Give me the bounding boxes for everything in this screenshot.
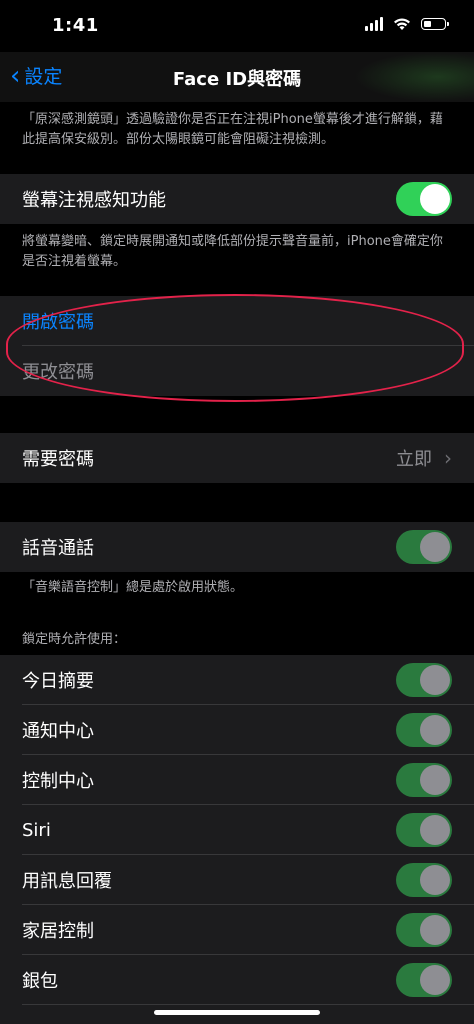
status-icons — [365, 17, 449, 31]
lock-item-reply-row: 用訊息回覆 — [0, 855, 474, 905]
page-title: Face ID與密碼 — [172, 69, 302, 90]
lock-item-label: Siri — [22, 819, 51, 841]
lock-item-siri-row: Siri — [0, 805, 474, 855]
wifi-icon — [394, 18, 410, 30]
lock-item-notification-row: 通知中心 — [0, 705, 474, 755]
navigation-bar: ‹ 設定 Face ID與密碼 — [0, 52, 474, 102]
voice-dial-section: 話音通話 — [0, 522, 474, 572]
battery-icon — [421, 18, 449, 30]
reply-with-message-toggle[interactable] — [396, 863, 452, 897]
voice-dial-label: 話音通話 — [22, 538, 94, 559]
status-time: 1:41 — [52, 15, 99, 36]
voice-dial-description: 「音樂語音控制」總是處於啟用狀態。 — [22, 580, 244, 595]
lock-item-label: 銀包 — [22, 971, 58, 992]
today-view-toggle[interactable] — [396, 663, 452, 697]
lock-item-label: 通知中心 — [22, 721, 94, 742]
voice-dial-toggle[interactable] — [396, 530, 452, 564]
home-control-toggle[interactable] — [396, 913, 452, 947]
attention-description: 「原深感測鏡頭」透過驗證你是否正在注視iPhone螢幕後才進行解鎖，藉此提高保安… — [22, 112, 443, 147]
lock-item-label: 用訊息回覆 — [22, 871, 112, 892]
siri-toggle[interactable] — [396, 813, 452, 847]
require-passcode-value: 立即 — [396, 449, 432, 470]
lock-item-home-row: 家居控制 — [0, 905, 474, 955]
status-bar: 1:41 — [0, 0, 474, 52]
change-passcode-label: 更改密碼 — [22, 362, 94, 383]
lock-access-section: 今日摘要 通知中心 控制中心 Siri 用訊息回覆 家居控制 銀包 — [0, 655, 474, 1024]
turn-on-passcode-link[interactable]: 開啟密碼 — [22, 308, 94, 334]
lock-item-wallet-row: 銀包 — [0, 955, 474, 1005]
turn-on-passcode-row[interactable]: 開啟密碼 — [0, 296, 474, 346]
require-passcode-section: 需要密碼 立即 › — [0, 433, 474, 483]
wallet-toggle[interactable] — [396, 963, 452, 997]
lock-item-label: 今日摘要 — [22, 671, 94, 692]
require-passcode-label: 需要密碼 — [22, 449, 94, 470]
attention-aware-toggle[interactable] — [396, 182, 452, 216]
lock-item-label: 家居控制 — [22, 921, 94, 942]
control-center-toggle[interactable] — [396, 763, 452, 797]
attention-aware-label: 螢幕注視感知功能 — [22, 190, 166, 211]
attention-section: 螢幕注視感知功能 — [0, 174, 474, 224]
chevron-right-icon: › — [444, 446, 452, 470]
voice-dial-row: 話音通話 — [0, 522, 474, 572]
cellular-signal-icon — [365, 17, 383, 31]
notification-center-toggle[interactable] — [396, 713, 452, 747]
attention-aware-row: 螢幕注視感知功能 — [0, 174, 474, 224]
home-indicator — [154, 1010, 320, 1015]
change-passcode-row[interactable]: 更改密碼 — [0, 346, 474, 396]
require-passcode-row[interactable]: 需要密碼 立即 › — [0, 433, 474, 483]
lock-item-today-row: 今日摘要 — [0, 655, 474, 705]
passcode-section: 開啟密碼 更改密碼 — [0, 296, 474, 396]
lock-item-label: 控制中心 — [22, 771, 94, 792]
lock-item-control-row: 控制中心 — [0, 755, 474, 805]
lock-access-header: 鎖定時允許使用： — [22, 632, 127, 647]
battery-level — [424, 21, 431, 27]
attention-aware-description: 將螢幕變暗、鎖定時展開通知或降低部份提示聲音量前，iPhone會確定你是否注視着… — [22, 234, 443, 269]
